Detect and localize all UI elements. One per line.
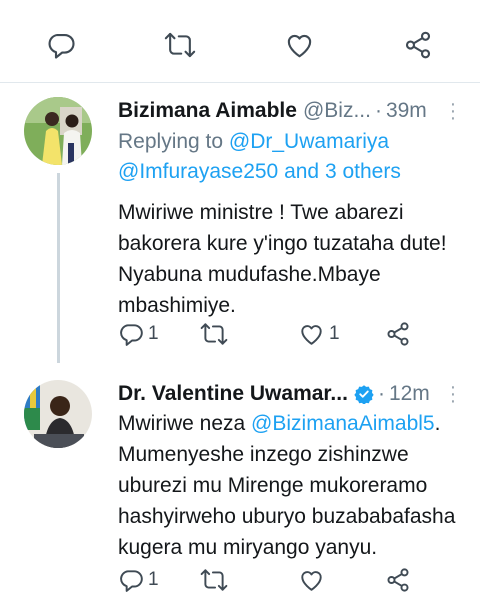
- verified-badge-icon: [354, 384, 374, 405]
- reply-icon: [46, 30, 76, 60]
- reply-count: 1: [148, 569, 159, 590]
- reply-button[interactable]: 1: [118, 567, 159, 593]
- avatar[interactable]: [24, 97, 92, 165]
- mention-link[interactable]: @BizimanaAimabl5: [251, 412, 435, 435]
- retweet-icon: [164, 30, 196, 60]
- tweet-text-fragment: .: [434, 412, 441, 435]
- like-count: 1: [329, 323, 340, 344]
- retweet-icon: [200, 321, 228, 347]
- more-options-icon[interactable]: · · ·: [448, 94, 458, 128]
- separator-dot: ·: [374, 99, 382, 122]
- retweet-icon: [200, 567, 228, 593]
- share-button[interactable]: [385, 567, 411, 593]
- reply-button[interactable]: [46, 30, 76, 60]
- reply-count: 1: [148, 323, 159, 344]
- like-button[interactable]: [298, 567, 325, 593]
- tweet-text-line: Mwiriwe ministre ! Twe abarezi: [118, 201, 404, 224]
- share-button[interactable]: [403, 30, 433, 60]
- timestamp[interactable]: 39m: [386, 99, 427, 123]
- mention-link[interactable]: @Dr_Uwamariya: [229, 130, 389, 153]
- heart-icon: [298, 321, 325, 347]
- share-icon: [385, 567, 411, 593]
- share-icon: [403, 30, 433, 60]
- like-button[interactable]: [284, 30, 315, 60]
- tweet-text: Mwiriwe ministre ! Twe abarezi bakorera …: [118, 197, 468, 321]
- tweet-text-line: uburezi mu Mirenge mukoreramo: [118, 474, 428, 497]
- heart-icon: [284, 30, 315, 60]
- tweet-text-line: bakorera kure y'ingo tuzataha dute!: [118, 232, 447, 255]
- thread-line: [57, 173, 60, 363]
- tweet-text-line: mbashimiye.: [118, 294, 236, 317]
- tweet-reply-2[interactable]: Dr. Valentine Uwamar... · 12m · · · Mwiriw…: [0, 363, 480, 600]
- and-label[interactable]: and: [284, 160, 319, 183]
- user-handle[interactable]: @Biz...: [303, 99, 371, 123]
- like-button[interactable]: 1: [298, 321, 340, 347]
- others-link[interactable]: 3 others: [325, 160, 401, 183]
- mention-link[interactable]: @Imfurayase250: [118, 160, 278, 183]
- timestamp[interactable]: 12m: [389, 382, 430, 406]
- reply-icon: [118, 321, 144, 347]
- tweet-text-fragment: Mwiriwe neza: [118, 412, 252, 435]
- separator-dot: ·: [377, 382, 385, 405]
- replying-to-label: Replying to: [118, 130, 224, 153]
- display-name[interactable]: Bizimana Aimable: [118, 99, 297, 123]
- tweet-text-line: Nyabuna mudufashe.Mbaye: [118, 263, 381, 286]
- more-options-icon[interactable]: · · ·: [448, 377, 458, 411]
- tweet-text-line: Mwiriwe neza @BizimanaAimabl5.: [118, 408, 473, 439]
- replying-to: Replying to @Dr_Uwamariya @Imfurayase250…: [118, 127, 458, 187]
- retweet-button[interactable]: [200, 321, 228, 347]
- tweet-text-line: hashyirweho uburyo buzababafasha: [118, 505, 456, 528]
- reply-button[interactable]: 1: [118, 321, 159, 347]
- retweet-button[interactable]: [200, 567, 228, 593]
- tweet-header: Bizimana Aimable @Biz... · 39m: [118, 99, 427, 123]
- share-button[interactable]: [385, 321, 411, 347]
- tweet-text-line: kugera mu miryango yanyu.: [118, 536, 378, 559]
- retweet-button[interactable]: [164, 30, 196, 60]
- display-name[interactable]: Dr. Valentine Uwamar...: [118, 382, 348, 406]
- tweet-reply-1[interactable]: Bizimana Aimable @Biz... · 39m · · · Reply…: [0, 83, 480, 363]
- heart-icon: [298, 567, 325, 593]
- avatar[interactable]: [24, 380, 92, 448]
- tweet-text: Mwiriwe neza @BizimanaAimabl5. Mumenyesh…: [118, 408, 473, 563]
- tweet-text-line: Mumenyeshe inzego zishinzwe: [118, 443, 409, 466]
- share-icon: [385, 321, 411, 347]
- tweet-header: Dr. Valentine Uwamar... · 12m: [118, 382, 430, 406]
- reply-icon: [118, 567, 144, 593]
